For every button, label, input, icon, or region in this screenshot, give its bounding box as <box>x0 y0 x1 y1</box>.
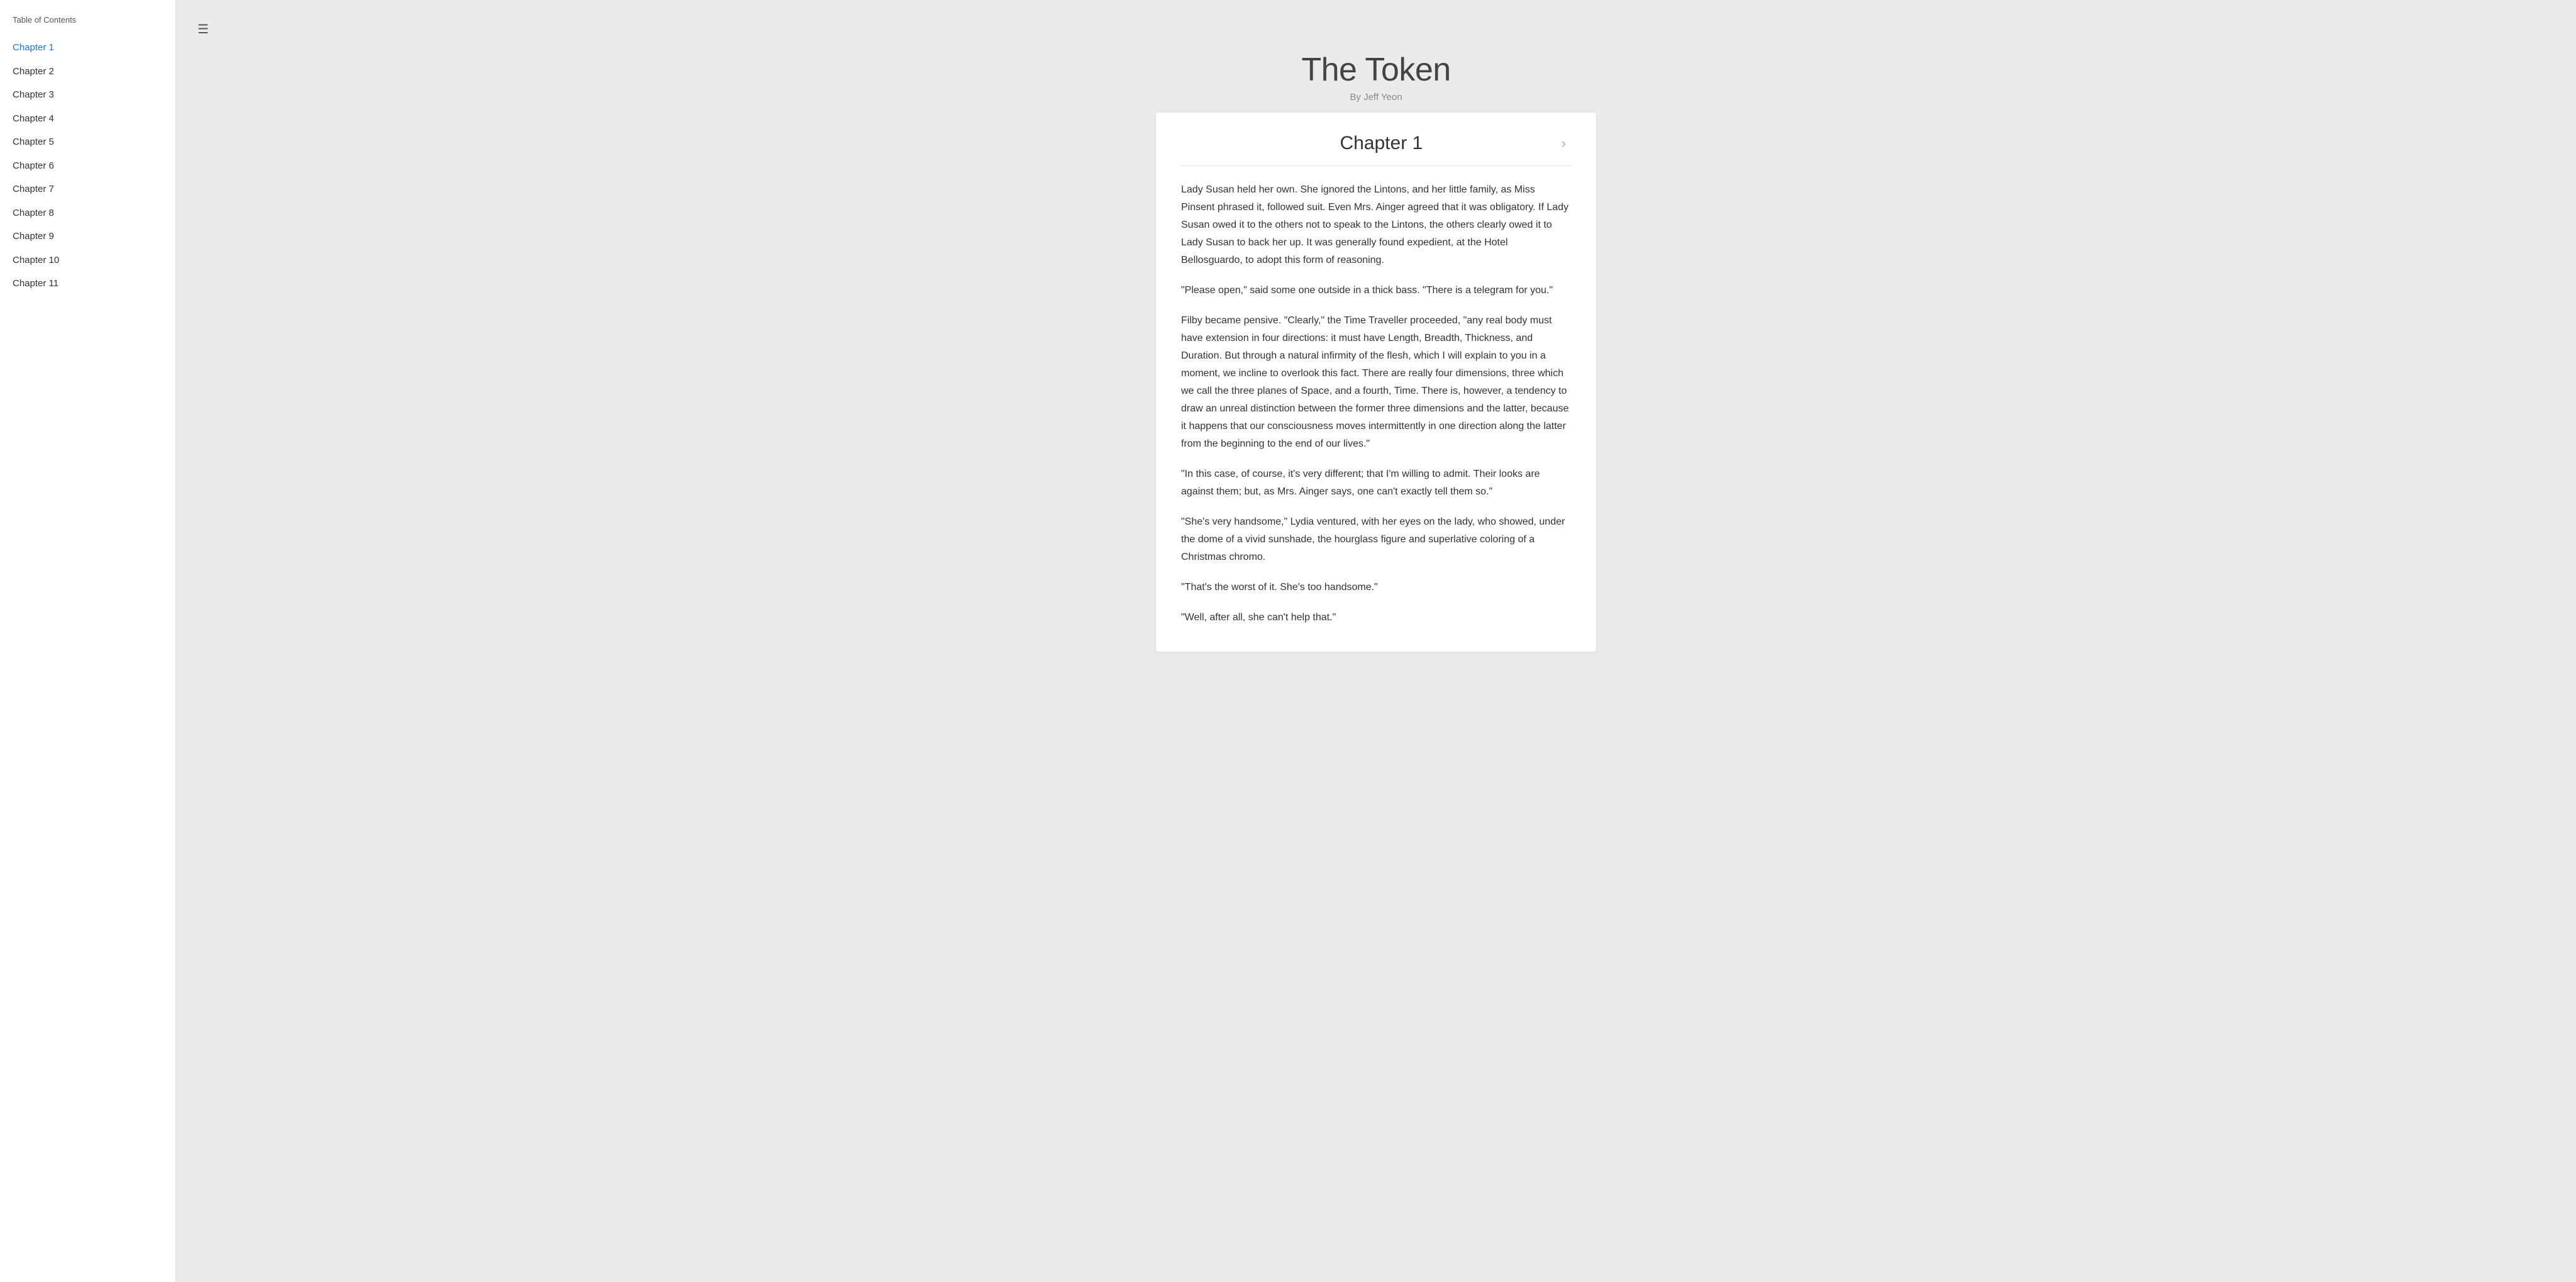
chapter-paragraph-5: "She's very handsome," Lydia ventured, w… <box>1181 513 1571 566</box>
chapter-paragraph-4: "In this case, of course, it's very diff… <box>1181 465 1571 501</box>
chapter-body: Lady Susan held her own. She ignored the… <box>1181 181 1571 627</box>
chapter-paragraph-1: Lady Susan held her own. She ignored the… <box>1181 181 1571 269</box>
chevron-right-icon: › <box>1562 135 1566 151</box>
sidebar-item-chapter-11[interactable]: Chapter 11 <box>13 272 175 296</box>
sidebar-item-chapter-7[interactable]: Chapter 7 <box>13 177 175 201</box>
sidebar-item-chapter-10[interactable]: Chapter 10 <box>13 248 175 272</box>
book-author: By Jeff Yeon <box>176 92 2576 103</box>
sidebar-item-chapter-4[interactable]: Chapter 4 <box>13 107 175 131</box>
menu-icon-button[interactable]: ☰ <box>195 19 211 40</box>
sidebar-item-chapter-2[interactable]: Chapter 2 <box>13 60 175 84</box>
chapter-title: Chapter 1 <box>1206 133 1557 154</box>
sidebar-title: Table of Contents <box>13 13 175 25</box>
main-content: ☰ The Token By Jeff Yeon Chapter 1 › Lad… <box>176 0 2576 1282</box>
sidebar: Table of Contents Chapter 1Chapter 2Chap… <box>0 0 176 1282</box>
sidebar-item-chapter-1[interactable]: Chapter 1 <box>13 36 175 60</box>
chapter-paragraph-3: Filby became pensive. "Clearly," the Tim… <box>1181 312 1571 453</box>
sidebar-item-chapter-8[interactable]: Chapter 8 <box>13 201 175 225</box>
next-chapter-button[interactable]: › <box>1557 134 1571 153</box>
chapter-card: Chapter 1 › Lady Susan held her own. She… <box>1156 113 1596 652</box>
chapter-paragraph-7: "Well, after all, she can't help that." <box>1181 609 1571 627</box>
chapter-paragraph-2: "Please open," said some one outside in … <box>1181 282 1571 299</box>
sidebar-item-chapter-9[interactable]: Chapter 9 <box>13 225 175 248</box>
sidebar-item-chapter-5[interactable]: Chapter 5 <box>13 130 175 154</box>
sidebar-item-chapter-3[interactable]: Chapter 3 <box>13 83 175 107</box>
header-bar: ☰ <box>176 0 2576 40</box>
sidebar-items: Chapter 1Chapter 2Chapter 3Chapter 4Chap… <box>13 36 175 296</box>
book-title: The Token <box>176 52 2576 88</box>
sidebar-item-chapter-6[interactable]: Chapter 6 <box>13 154 175 178</box>
menu-icon: ☰ <box>197 23 209 36</box>
chapter-header: Chapter 1 › <box>1181 133 1571 166</box>
chapter-paragraph-6: "That's the worst of it. She's too hands… <box>1181 579 1571 596</box>
book-header: The Token By Jeff Yeon <box>176 40 2576 113</box>
